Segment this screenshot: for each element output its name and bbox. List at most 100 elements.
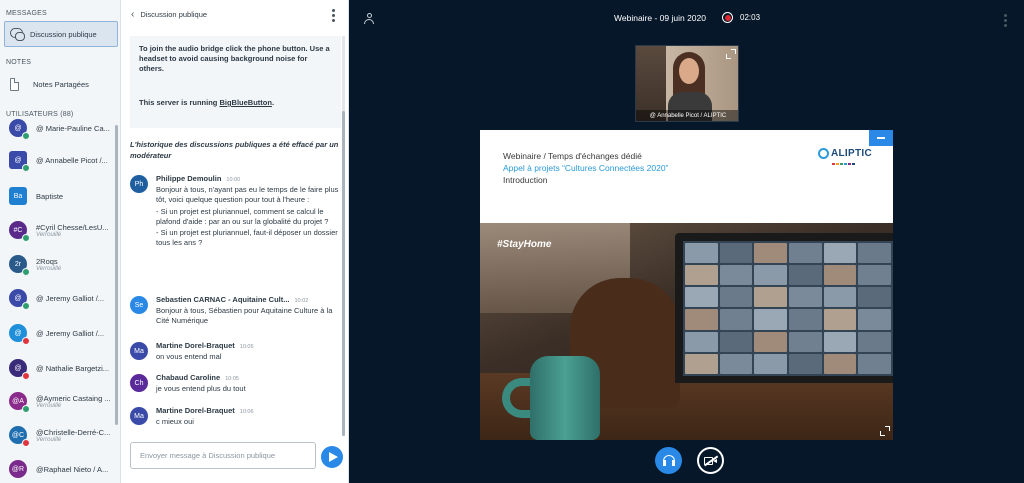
recording-indicator-icon[interactable] [722,12,733,23]
user-initials: @ [14,364,22,372]
message-author: Martine Dorel-Braquet [156,406,235,415]
send-message-button[interactable] [321,446,343,468]
minimize-presentation-button[interactable] [869,130,893,146]
video-tile [858,287,891,308]
webcam-video[interactable]: @ Annabelle Picot / ALIPTIC [635,45,739,122]
video-tile [823,331,857,352]
user-item[interactable]: @A @Aymeric Castaing ... Verrouillé [0,386,120,416]
user-lock-status: Verrouillé [36,265,62,272]
video-tile [719,287,753,308]
fullscreen-webcam-icon[interactable] [726,49,736,59]
video-tile [685,309,718,330]
share-webcam-button[interactable] [697,447,724,474]
user-item[interactable]: @C @Christelle-Derré-C... Verrouillé [0,420,120,450]
voice-status-icon [22,164,30,172]
user-avatar: @ [9,289,30,310]
welcome-server-prefix: This server is running [139,98,220,107]
voice-status-icon [22,268,30,276]
user-initials: @ [14,124,22,132]
options-menu-icon[interactable] [1004,14,1007,27]
user-name: #Cyril Chesse/LesU... [36,222,109,232]
chat-message: Ma Martine Dorel-Braquet 10:05 on vous ente… [130,341,340,363]
user-name: @ Annabelle Picot /... [36,155,108,165]
shared-notes-item[interactable]: Notes Partagées [10,78,89,91]
video-tile [754,265,787,286]
user-list-scrollbar[interactable] [115,125,118,425]
slide-title: Webinaire / Temps d'échanges dédié [503,151,642,161]
video-tile [858,265,891,286]
message-author: Chabaud Caroline [156,373,221,382]
user-item[interactable]: @ @ Jeremy Galliot /... [0,318,120,348]
chat-message: Ma Martine Dorel-Braquet 10:06 c mieux oui [130,406,340,428]
user-item[interactable]: @ @ Marie-Pauline Ca... [0,113,120,143]
chat-bubbles-icon [10,28,25,41]
video-tile [858,243,891,264]
user-avatar: Ba [9,187,27,205]
aliptic-logo-text: ALIPTIC [831,148,872,159]
chat-scrollbar[interactable] [342,36,345,436]
logo-color-dots [832,163,855,165]
video-tile [754,353,787,374]
message-time: 10:02 [294,298,309,304]
message-text: c mieux oui [156,417,340,427]
chat-options-icon[interactable] [332,9,335,22]
user-item[interactable]: 2r 2Roqs Verrouillé [0,249,120,279]
headphones-icon [662,455,675,466]
slide-subtitle: Appel à projets “Cultures Connectées 202… [503,163,669,173]
message-time: 10:05 [225,376,239,382]
presentation-stage: Webinaire - 09 juin 2020 02:03 @ Annabel… [349,0,1024,483]
fullscreen-presentation-icon[interactable] [880,426,890,436]
video-tile [823,265,857,286]
leave-audio-button[interactable] [655,447,682,474]
video-tile [685,243,718,264]
chat-scrollbar-thumb[interactable] [342,111,345,436]
message-paragraph: c mieux oui [156,417,194,426]
user-name: @ Nathalie Bargetzi... [36,363,110,373]
user-lock-status: Verrouillé [36,436,62,443]
video-tile [789,287,822,308]
meeting-title: Webinaire - 09 juin 2020 [614,13,706,23]
user-initials: @A [12,397,24,405]
user-item[interactable]: @R @Raphael Nieto / A... [0,454,120,483]
voice-status-icon [22,439,30,447]
welcome-message: To join the audio bridge click the phone… [130,36,341,128]
message-paragraph: je vous entend plus du tout [156,384,246,393]
video-tile [754,309,787,330]
slide-header: Webinaire / Temps d'échanges dédié Appel… [480,130,893,223]
video-tile [754,287,787,308]
bigbluebutton-link[interactable]: BigBlueButton [219,98,272,107]
user-list-toggle-icon[interactable] [364,13,374,24]
video-tile [823,287,857,308]
slide-photo: #StayHome [480,223,893,440]
user-initials: @ [14,329,22,337]
chat-panel: ‹ Discussion publique To join the audio … [121,0,349,483]
user-initials: @ [14,156,22,164]
video-tile [754,243,787,264]
user-item[interactable]: @ @ Annabelle Picot /... [0,145,120,175]
chat-message: Se Sebastien CARNAC - Aquitaine Cult... 10… [130,295,340,328]
video-tile [719,265,753,286]
user-item[interactable]: Ba Baptiste [0,181,120,211]
message-author: Martine Dorel-Braquet [156,341,235,350]
video-tile [789,265,822,286]
camera-off-icon [704,455,718,466]
user-name: @Christelle-Derré-C... [36,427,111,437]
user-avatar: @ [9,151,30,172]
user-avatar: 2r [9,255,30,276]
video-tile [789,243,822,264]
user-item[interactable]: #C #Cyril Chesse/LesU... Verrouillé [0,215,120,245]
public-chat-item[interactable]: Discussion publique [4,21,118,47]
back-chevron-icon[interactable]: ‹ [131,9,134,20]
video-tile [823,309,857,330]
user-item[interactable]: @ @ Nathalie Bargetzi... [0,353,120,383]
user-item[interactable]: @ @ Jeremy Galliot /... [0,283,120,313]
voice-status-icon [22,302,30,310]
chat-message-input[interactable] [131,443,315,468]
message-avatar: Ph [130,175,148,193]
aliptic-logo: ALIPTIC [818,148,872,159]
video-tile [858,309,891,330]
video-tile [719,331,753,352]
chat-message-input-box[interactable] [130,442,316,469]
message-paragraph: - Si un projet est pluriannuel, faut-il … [156,228,338,248]
message-avatar: Ch [130,374,148,392]
